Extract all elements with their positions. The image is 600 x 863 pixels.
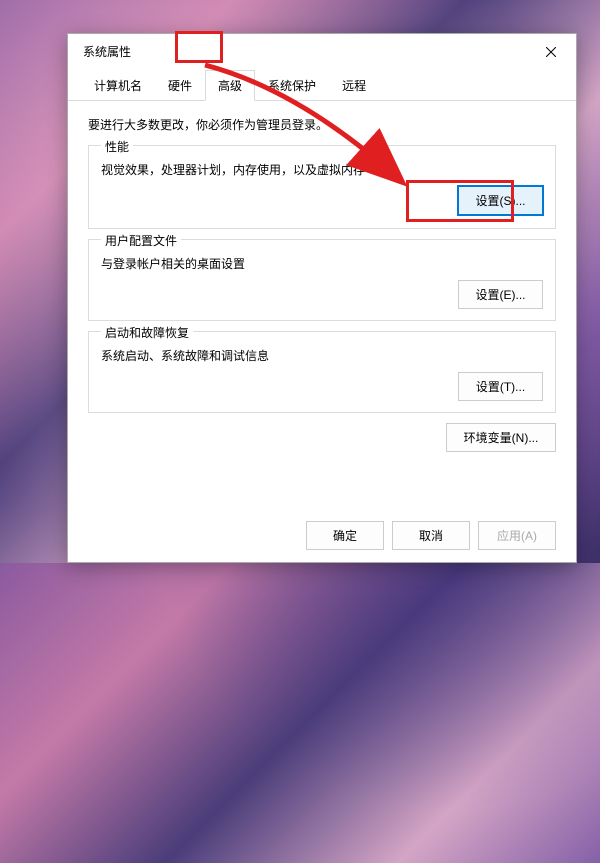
startup-desc: 系统启动、系统故障和调试信息 bbox=[101, 347, 543, 364]
system-properties-dialog: 系统属性 计算机名 硬件 高级 系统保护 远程 要进行大多数更改，你必须作为管理… bbox=[67, 33, 577, 563]
close-icon bbox=[546, 47, 556, 57]
cancel-button[interactable]: 取消 bbox=[392, 521, 470, 550]
titlebar: 系统属性 bbox=[68, 34, 576, 69]
startup-recovery-group: 启动和故障恢复 系统启动、系统故障和调试信息 设置(T)... bbox=[88, 331, 556, 413]
tab-system-protection[interactable]: 系统保护 bbox=[255, 70, 329, 101]
tab-advanced[interactable]: 高级 bbox=[205, 70, 255, 101]
performance-desc: 视觉效果，处理器计划，内存使用，以及虚拟内存 bbox=[101, 161, 543, 178]
performance-settings-button[interactable]: 设置(S)... bbox=[458, 186, 543, 215]
tab-remote[interactable]: 远程 bbox=[329, 70, 379, 101]
startup-legend: 启动和故障恢复 bbox=[101, 324, 193, 341]
dialog-footer: 确定 取消 应用(A) bbox=[306, 521, 556, 550]
apply-button: 应用(A) bbox=[478, 521, 556, 550]
user-profile-legend: 用户配置文件 bbox=[101, 232, 181, 249]
performance-legend: 性能 bbox=[101, 138, 133, 155]
user-profile-desc: 与登录帐户相关的桌面设置 bbox=[101, 255, 543, 272]
ok-button[interactable]: 确定 bbox=[306, 521, 384, 550]
user-profile-group: 用户配置文件 与登录帐户相关的桌面设置 设置(E)... bbox=[88, 239, 556, 321]
tab-hardware[interactable]: 硬件 bbox=[155, 70, 205, 101]
tab-content: 要进行大多数更改，你必须作为管理员登录。 性能 视觉效果，处理器计划，内存使用，… bbox=[68, 101, 576, 462]
tab-computer-name[interactable]: 计算机名 bbox=[81, 70, 155, 101]
user-profile-settings-button[interactable]: 设置(E)... bbox=[458, 280, 543, 309]
admin-notice: 要进行大多数更改，你必须作为管理员登录。 bbox=[88, 116, 556, 133]
close-button[interactable] bbox=[536, 39, 566, 64]
startup-settings-button[interactable]: 设置(T)... bbox=[458, 372, 543, 401]
tab-strip: 计算机名 硬件 高级 系统保护 远程 bbox=[68, 69, 576, 101]
window-title: 系统属性 bbox=[83, 43, 131, 60]
performance-group: 性能 视觉效果，处理器计划，内存使用，以及虚拟内存 设置(S)... bbox=[88, 145, 556, 229]
environment-variables-button[interactable]: 环境变量(N)... bbox=[446, 423, 556, 452]
